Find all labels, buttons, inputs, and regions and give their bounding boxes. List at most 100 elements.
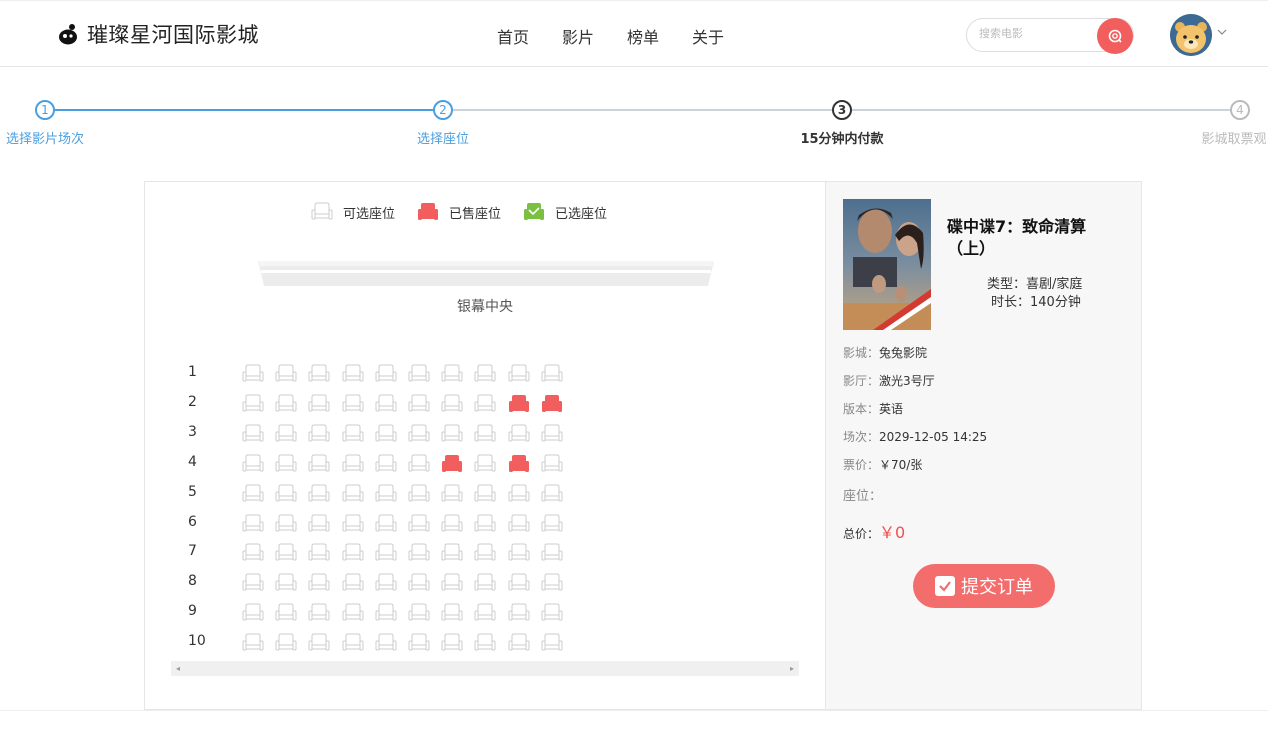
available-seat[interactable] <box>242 364 264 384</box>
available-seat[interactable] <box>541 454 563 474</box>
available-seat[interactable] <box>308 573 330 593</box>
available-seat[interactable] <box>242 424 264 444</box>
available-seat[interactable] <box>508 364 530 384</box>
available-seat[interactable] <box>375 454 397 474</box>
available-seat[interactable] <box>441 573 463 593</box>
available-seat[interactable] <box>541 514 563 534</box>
available-seat[interactable] <box>541 603 563 623</box>
available-seat[interactable] <box>342 633 364 653</box>
available-seat[interactable] <box>275 543 297 563</box>
available-seat[interactable] <box>408 573 430 593</box>
available-seat[interactable] <box>308 484 330 504</box>
available-seat[interactable] <box>441 484 463 504</box>
available-seat[interactable] <box>242 543 264 563</box>
nav-about[interactable]: 关于 <box>692 24 724 48</box>
scroll-right-icon[interactable]: ▸ <box>790 664 794 673</box>
available-seat[interactable] <box>242 394 264 414</box>
available-seat[interactable] <box>308 603 330 623</box>
available-seat[interactable] <box>508 484 530 504</box>
available-seat[interactable] <box>508 514 530 534</box>
available-seat[interactable] <box>375 424 397 444</box>
available-seat[interactable] <box>275 514 297 534</box>
available-seat[interactable] <box>408 484 430 504</box>
available-seat[interactable] <box>275 394 297 414</box>
available-seat[interactable] <box>375 364 397 384</box>
available-seat[interactable] <box>308 454 330 474</box>
available-seat[interactable] <box>375 543 397 563</box>
submit-order-button[interactable]: 提交订单 <box>913 564 1055 608</box>
available-seat[interactable] <box>375 603 397 623</box>
available-seat[interactable] <box>342 454 364 474</box>
available-seat[interactable] <box>242 573 264 593</box>
available-seat[interactable] <box>474 484 496 504</box>
available-seat[interactable] <box>441 424 463 444</box>
available-seat[interactable] <box>541 424 563 444</box>
available-seat[interactable] <box>441 394 463 414</box>
available-seat[interactable] <box>375 633 397 653</box>
available-seat[interactable] <box>308 543 330 563</box>
available-seat[interactable] <box>441 633 463 653</box>
available-seat[interactable] <box>541 633 563 653</box>
available-seat[interactable] <box>474 573 496 593</box>
available-seat[interactable] <box>275 454 297 474</box>
available-seat[interactable] <box>275 633 297 653</box>
available-seat[interactable] <box>275 603 297 623</box>
available-seat[interactable] <box>308 394 330 414</box>
search-input[interactable] <box>979 27 1089 40</box>
available-seat[interactable] <box>342 424 364 444</box>
horizontal-scrollbar[interactable]: ◂ ▸ <box>171 661 799 676</box>
available-seat[interactable] <box>308 424 330 444</box>
logo[interactable]: 璀璨星河国际影城 <box>57 19 259 49</box>
available-seat[interactable] <box>474 454 496 474</box>
available-seat[interactable] <box>408 394 430 414</box>
available-seat[interactable] <box>474 364 496 384</box>
available-seat[interactable] <box>275 573 297 593</box>
available-seat[interactable] <box>408 364 430 384</box>
available-seat[interactable] <box>375 514 397 534</box>
available-seat[interactable] <box>408 633 430 653</box>
available-seat[interactable] <box>308 364 330 384</box>
available-seat[interactable] <box>541 543 563 563</box>
available-seat[interactable] <box>242 633 264 653</box>
available-seat[interactable] <box>242 484 264 504</box>
available-seat[interactable] <box>242 603 264 623</box>
available-seat[interactable] <box>441 543 463 563</box>
available-seat[interactable] <box>375 394 397 414</box>
available-seat[interactable] <box>474 603 496 623</box>
available-seat[interactable] <box>308 514 330 534</box>
available-seat[interactable] <box>408 603 430 623</box>
available-seat[interactable] <box>342 543 364 563</box>
available-seat[interactable] <box>342 364 364 384</box>
available-seat[interactable] <box>474 633 496 653</box>
available-seat[interactable] <box>275 484 297 504</box>
available-seat[interactable] <box>242 454 264 474</box>
available-seat[interactable] <box>408 424 430 444</box>
available-seat[interactable] <box>242 514 264 534</box>
nav-movies[interactable]: 影片 <box>562 24 594 48</box>
available-seat[interactable] <box>508 424 530 444</box>
available-seat[interactable] <box>508 543 530 563</box>
available-seat[interactable] <box>474 424 496 444</box>
available-seat[interactable] <box>375 484 397 504</box>
available-seat[interactable] <box>541 364 563 384</box>
user-avatar[interactable] <box>1170 14 1212 56</box>
search-button[interactable] <box>1097 18 1133 54</box>
available-seat[interactable] <box>408 514 430 534</box>
available-seat[interactable] <box>408 543 430 563</box>
available-seat[interactable] <box>508 603 530 623</box>
available-seat[interactable] <box>375 573 397 593</box>
available-seat[interactable] <box>508 633 530 653</box>
available-seat[interactable] <box>342 484 364 504</box>
available-seat[interactable] <box>342 573 364 593</box>
nav-rankings[interactable]: 榜单 <box>627 24 659 48</box>
chevron-down-icon[interactable] <box>1217 28 1227 36</box>
available-seat[interactable] <box>441 514 463 534</box>
available-seat[interactable] <box>474 543 496 563</box>
nav-home[interactable]: 首页 <box>497 24 529 48</box>
available-seat[interactable] <box>275 424 297 444</box>
available-seat[interactable] <box>541 484 563 504</box>
available-seat[interactable] <box>342 394 364 414</box>
available-seat[interactable] <box>541 573 563 593</box>
available-seat[interactable] <box>342 603 364 623</box>
available-seat[interactable] <box>308 633 330 653</box>
